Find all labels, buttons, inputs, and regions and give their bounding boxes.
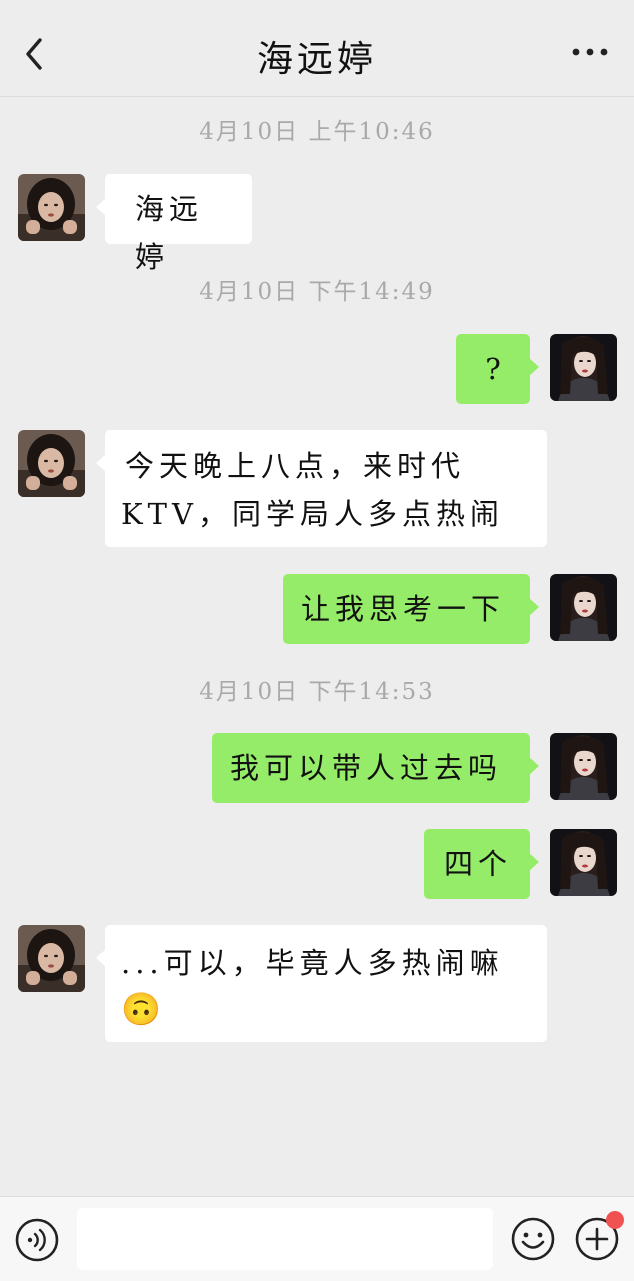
message-bubble-incoming[interactable]: 今天晚上八点，来时代 KTV，同学局人多点热闹 [96,430,547,547]
my-avatar[interactable] [550,574,617,641]
chat-title: 海远婷 [256,39,377,80]
message-bubble-outgoing[interactable]: ? [456,334,539,404]
message-bubble-incoming[interactable]: ...可以，毕竟人多热闹嘛 🙃 [96,925,547,1042]
message-text-line: 今天晚上八点，来时代 [125,449,466,483]
message-text: 四个 [444,847,513,881]
timestamp: 4月10日 下午14:49 [199,279,435,305]
message-text: ...可以，毕竟人多热闹嘛 [121,946,504,980]
smiley-icon[interactable] [510,1216,556,1262]
message-text-line: KTV，同学局人多点热闹 [121,497,504,531]
message-input[interactable] [77,1208,493,1270]
message-text: ? [485,352,501,386]
timestamp: 4月10日 上午10:46 [199,119,435,145]
message-bubble-incoming[interactable]: 海远婷 [96,174,252,274]
my-avatar[interactable] [550,334,617,401]
message-text: 我可以带人过去吗 [230,751,503,785]
message-bubble-outgoing[interactable]: 我可以带人过去吗 [212,733,539,803]
message-bubble-outgoing[interactable]: 四个 [424,829,539,899]
voice-icon[interactable] [14,1217,60,1263]
input-toolbar [0,1196,634,1281]
message-bubble-outgoing[interactable]: 让我思考一下 [283,574,539,644]
chat-header: 海远婷 [0,6,634,97]
my-avatar[interactable] [550,733,617,800]
message-text: 海远婷 [135,192,204,274]
contact-avatar[interactable] [18,430,85,497]
upside-down-face-emoji: 🙃 [121,990,161,1028]
more-dots-icon[interactable] [570,44,610,60]
contact-avatar[interactable] [18,925,85,992]
timestamp: 4月10日 下午14:53 [199,679,435,705]
message-text: 让我思考一下 [301,592,506,626]
notification-dot [606,1211,624,1229]
contact-avatar[interactable] [18,174,85,241]
my-avatar[interactable] [550,829,617,896]
